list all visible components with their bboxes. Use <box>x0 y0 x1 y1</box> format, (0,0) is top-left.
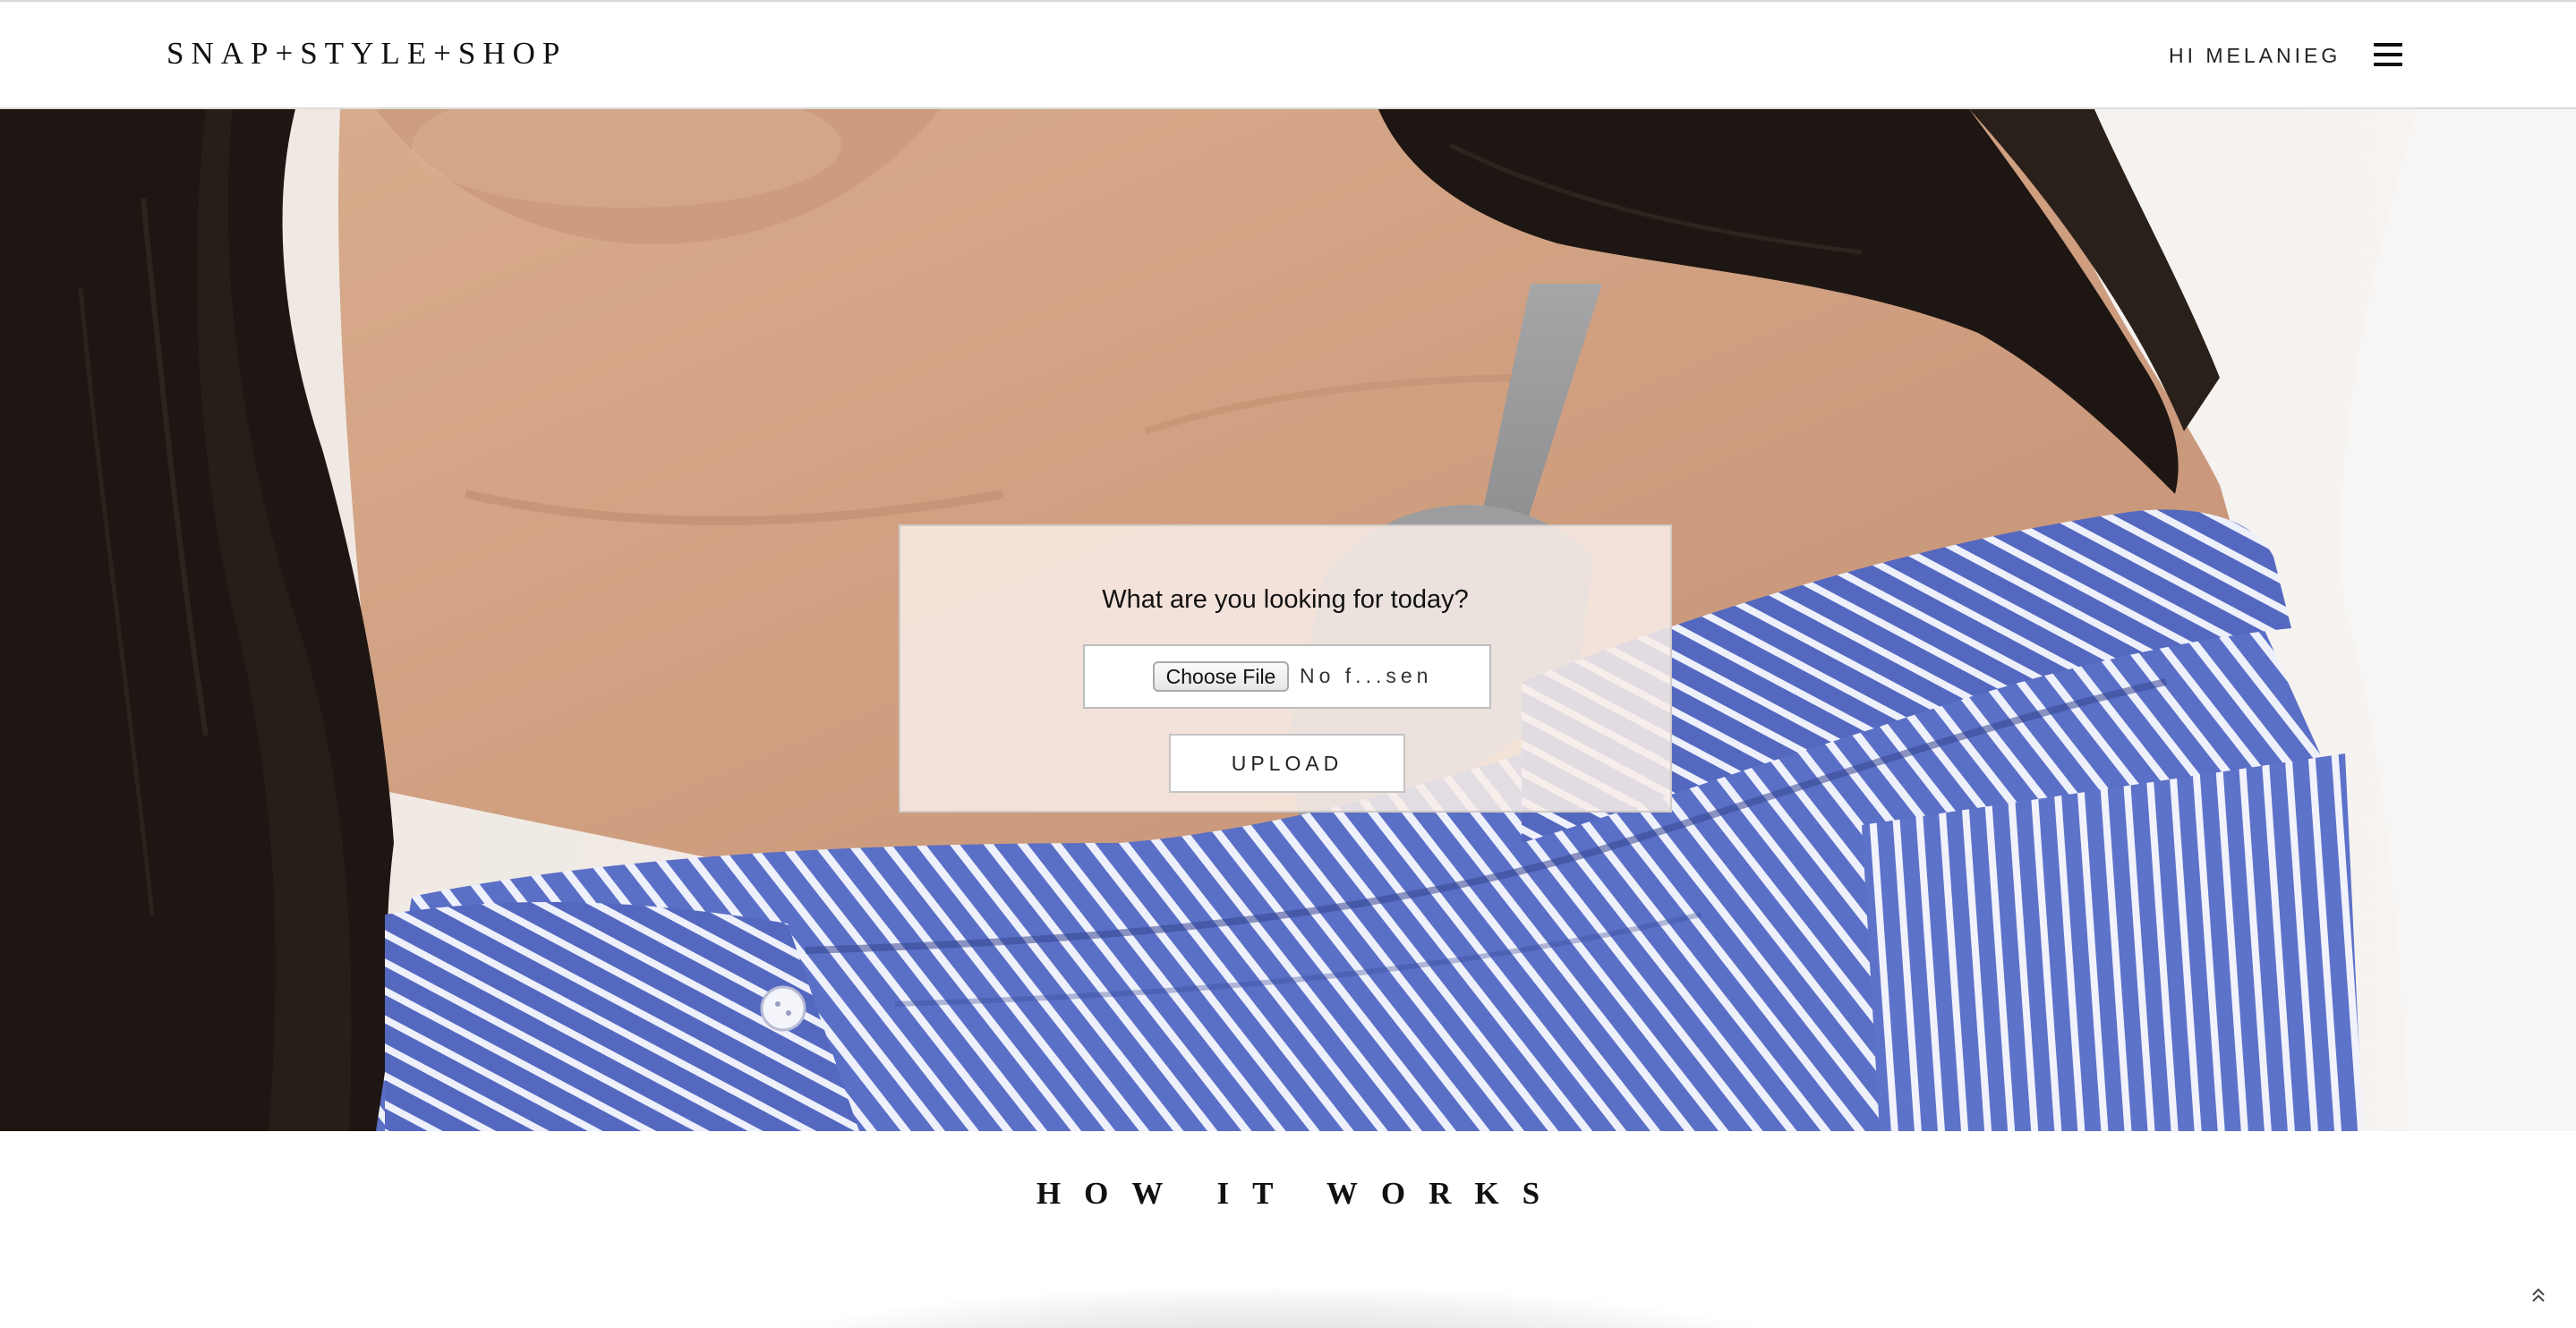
double-chevron-up-icon[interactable] <box>2528 1285 2549 1307</box>
file-status-text: No f...sen <box>1300 664 1433 687</box>
user-greeting[interactable]: HI MELANIEG <box>2169 44 2341 68</box>
site-logo[interactable]: SNAP+STYLE+SHOP <box>166 36 567 72</box>
search-question: What are you looking for today? <box>1102 585 1469 614</box>
site-header: SNAP+STYLE+SHOP HI MELANIEG <box>0 0 2576 109</box>
hamburger-menu-icon[interactable] <box>2372 40 2406 71</box>
how-it-works-title: HOW IT WORKS <box>1036 1176 1564 1211</box>
file-input[interactable]: Choose File No f...sen <box>1083 644 1491 709</box>
menu-bar <box>2374 43 2402 47</box>
menu-bar <box>2374 53 2402 56</box>
search-panel: What are you looking for today? Choose F… <box>899 524 1672 813</box>
upload-button[interactable]: UPLOAD <box>1169 734 1405 793</box>
card-shadow <box>761 1289 1790 1328</box>
choose-file-button[interactable]: Choose File <box>1153 661 1289 692</box>
menu-bar <box>2374 63 2402 66</box>
hero-section: What are you looking for today? Choose F… <box>0 109 2576 1131</box>
